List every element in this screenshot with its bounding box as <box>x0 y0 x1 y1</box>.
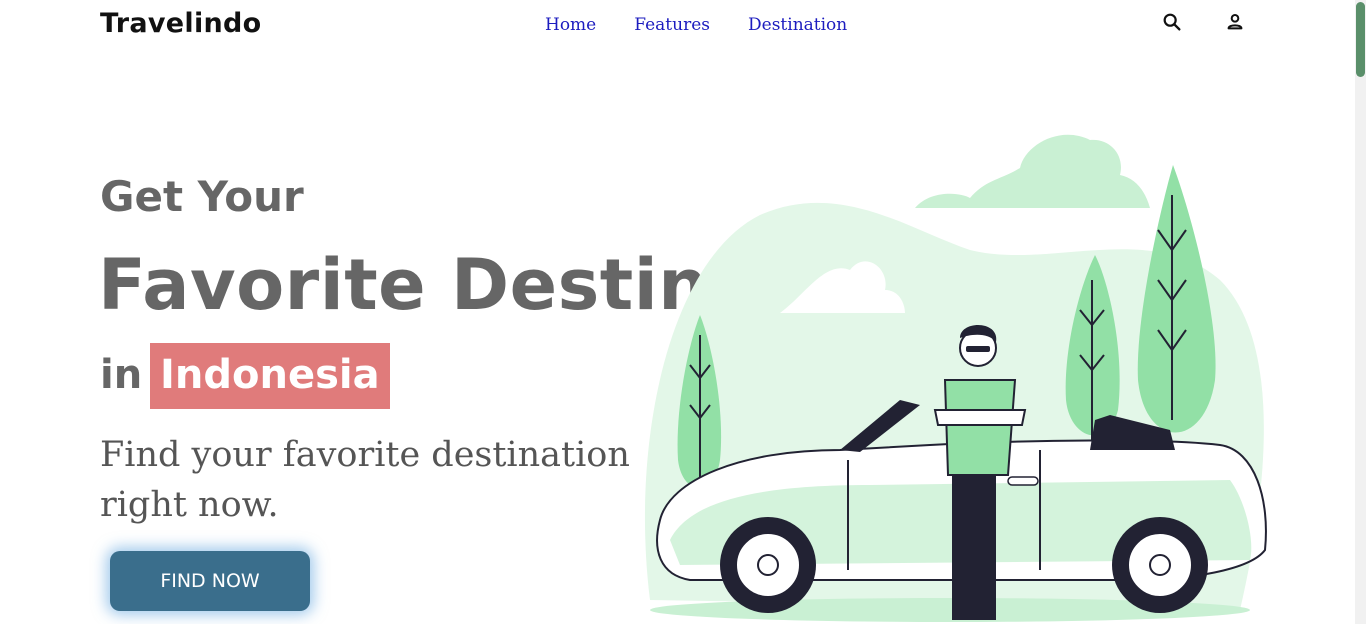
page-scrollbar[interactable] <box>1355 0 1366 624</box>
top-navbar: Travelindo Home Features Destination <box>0 0 1355 52</box>
user-icon[interactable] <box>1224 11 1246 33</box>
travel-car-illustration <box>644 134 1267 622</box>
scrollbar-thumb[interactable] <box>1356 2 1365 77</box>
nav-menu: Home Features Destination <box>545 15 847 35</box>
search-icon[interactable] <box>1161 11 1183 33</box>
nav-link-features[interactable]: Features <box>634 15 710 35</box>
hero-subtitle: Find your favorite destination right now… <box>100 435 630 525</box>
hero-heading-prefix: in <box>100 352 143 398</box>
hero-heading-line1: Get Your <box>100 172 304 221</box>
nav-link-home[interactable]: Home <box>545 15 596 35</box>
hero-highlight-badge: Indonesia <box>150 343 390 409</box>
find-now-button[interactable]: FIND NOW <box>110 551 310 611</box>
nav-link-destination[interactable]: Destination <box>748 15 847 35</box>
brand-logo[interactable]: Travelindo <box>100 8 262 39</box>
